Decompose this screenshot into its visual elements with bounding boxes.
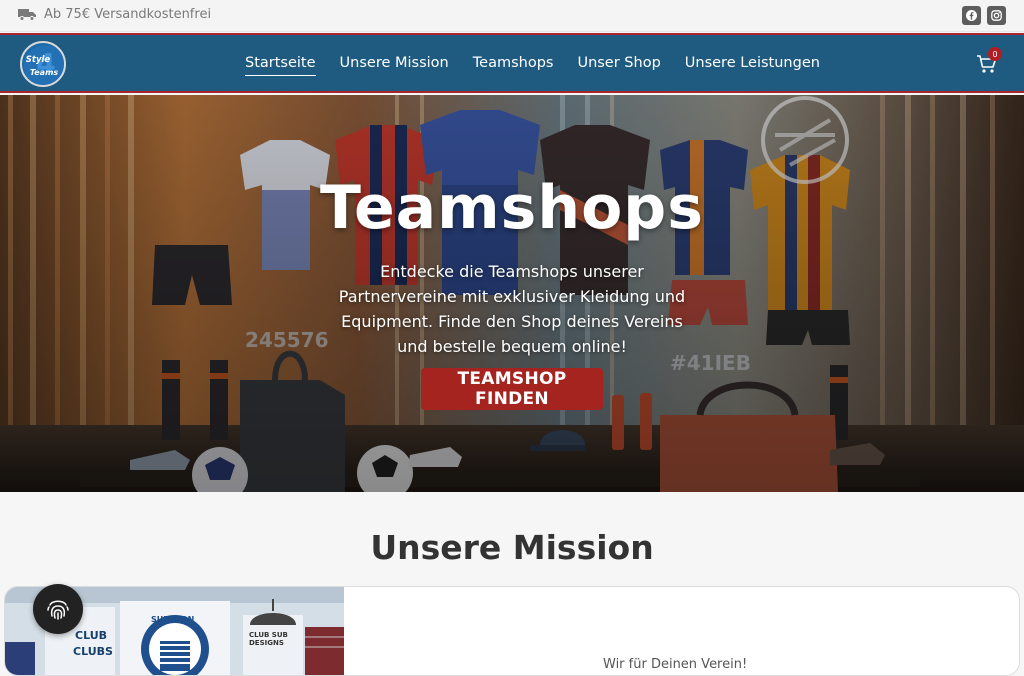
mission-image-label-designs: CLUB SUB DESIGNS <box>249 631 288 647</box>
mission-image-label-clubs: CLUBS <box>73 645 113 658</box>
privacy-settings-button[interactable] <box>33 584 83 634</box>
social-links <box>962 6 1006 25</box>
nav-item-unsere-mission[interactable]: Unsere Mission <box>340 55 449 76</box>
mission-card: CLUB CLUBS SUPISION CLUB SUB DESIGNS Wir… <box>4 586 1020 676</box>
shipping-info: Ab 75€ Versandkostenfrei <box>18 7 211 22</box>
hero-text: Entdecke die Teamshops unserer Partnerve… <box>338 262 686 356</box>
mission-image-label-supision: SUPISION <box>151 615 195 624</box>
cart-count-badge: 0 <box>988 47 1002 61</box>
truck-icon <box>18 9 36 21</box>
teamshop-finden-button[interactable]: TEAMSHOP FINDEN <box>421 368 603 410</box>
nav-menu: Startseite Unsere Mission Teamshops Unse… <box>245 55 820 76</box>
svg-text:Style: Style <box>26 55 51 65</box>
hero-content: Teamshops Entdecke die Teamshops unserer… <box>0 95 1024 492</box>
cart-button[interactable]: 0 <box>976 47 1002 77</box>
style4teams-logo[interactable]: 4 Style Teams <box>20 41 66 87</box>
section-title-mission: Unsere Mission <box>370 528 654 567</box>
mission-image-label-club: CLUB <box>75 629 108 642</box>
instagram-icon[interactable] <box>987 6 1006 25</box>
svg-text:Teams: Teams <box>30 68 59 77</box>
top-bar: Ab 75€ Versandkostenfrei <box>0 0 1024 32</box>
hero-title: Teamshops <box>320 173 704 243</box>
nav-item-unsere-leistungen[interactable]: Unsere Leistungen <box>685 55 820 76</box>
nav-item-unser-shop[interactable]: Unser Shop <box>577 55 660 76</box>
nav-item-teamshops[interactable]: Teamshops <box>473 55 554 76</box>
fingerprint-icon <box>47 600 69 620</box>
shipping-text: Ab 75€ Versandkostenfrei <box>44 7 212 22</box>
hero-banner: 245576 #41IEB Teamshops Entdecke die Tea… <box>0 95 1024 492</box>
mission-teaser: Wir für Deinen Verein! <box>603 657 748 672</box>
facebook-icon[interactable] <box>962 6 981 25</box>
nav-item-startseite[interactable]: Startseite <box>245 55 316 76</box>
main-navigation: 4 Style Teams Startseite Unsere Mission … <box>0 33 1024 93</box>
